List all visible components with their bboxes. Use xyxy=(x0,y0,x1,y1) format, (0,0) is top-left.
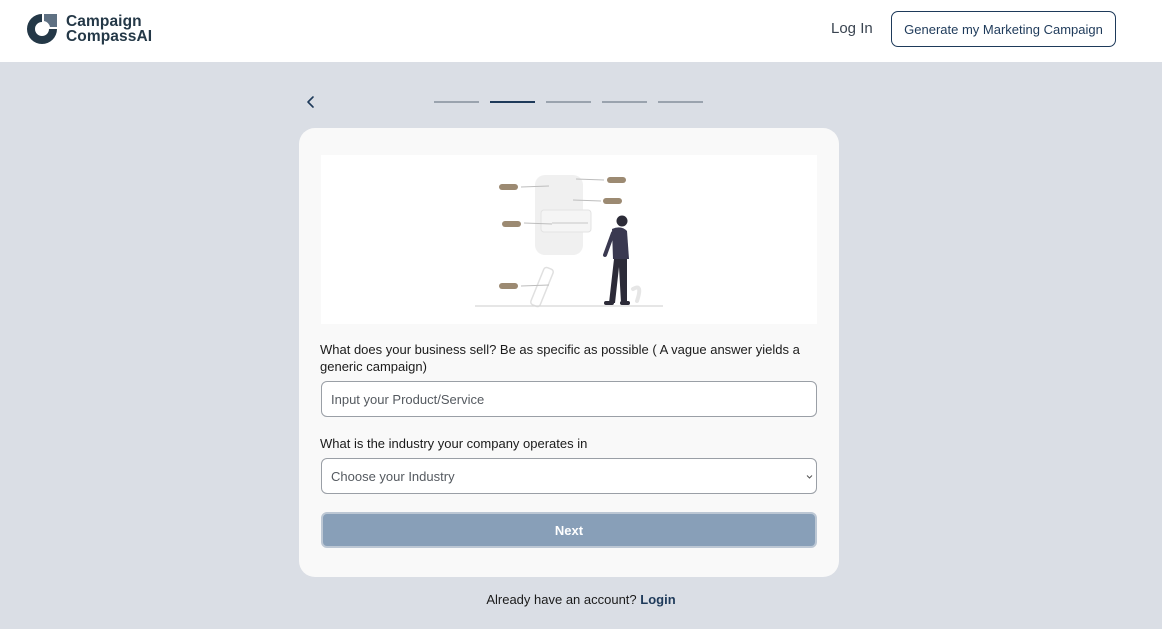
progress-step-current xyxy=(490,101,535,103)
onboarding-card: What does your business sell? Be as spec… xyxy=(299,128,839,577)
back-button[interactable] xyxy=(302,92,320,112)
login-prompt: Already have an account? Login xyxy=(0,592,1162,607)
person-reviewing-board-illustration xyxy=(475,175,663,308)
question-product: What does your business sell? Be as spec… xyxy=(320,342,800,374)
progress-step xyxy=(546,101,591,103)
login-link[interactable]: Log In xyxy=(831,20,873,37)
compass-logo-icon xyxy=(27,14,57,44)
footer-login-link[interactable]: Login xyxy=(640,592,675,607)
progress-step xyxy=(602,101,647,103)
industry-select[interactable]: Choose your Industry xyxy=(321,458,817,494)
generate-campaign-button[interactable]: Generate my Marketing Campaign xyxy=(891,11,1116,47)
chevron-left-icon xyxy=(307,96,314,108)
product-service-input[interactable] xyxy=(321,381,817,417)
next-button[interactable]: Next xyxy=(321,512,817,548)
chevron-down-icon xyxy=(806,475,813,479)
login-prompt-text: Already have an account? xyxy=(486,592,637,607)
industry-select-value: Choose your Industry xyxy=(331,468,455,484)
brand-logo[interactable]: Campaign CompassAI xyxy=(24,11,152,47)
logo-text-line1: Campaign xyxy=(66,13,142,30)
logo-text-line2: CompassAI xyxy=(66,28,153,45)
step-progress xyxy=(434,101,714,103)
illustration-image xyxy=(321,155,817,324)
question-industry: What is the industry your company operat… xyxy=(320,436,588,451)
progress-step xyxy=(434,101,479,103)
top-navbar: Campaign CompassAI Log In Generate my Ma… xyxy=(0,0,1162,62)
progress-step xyxy=(658,101,703,103)
